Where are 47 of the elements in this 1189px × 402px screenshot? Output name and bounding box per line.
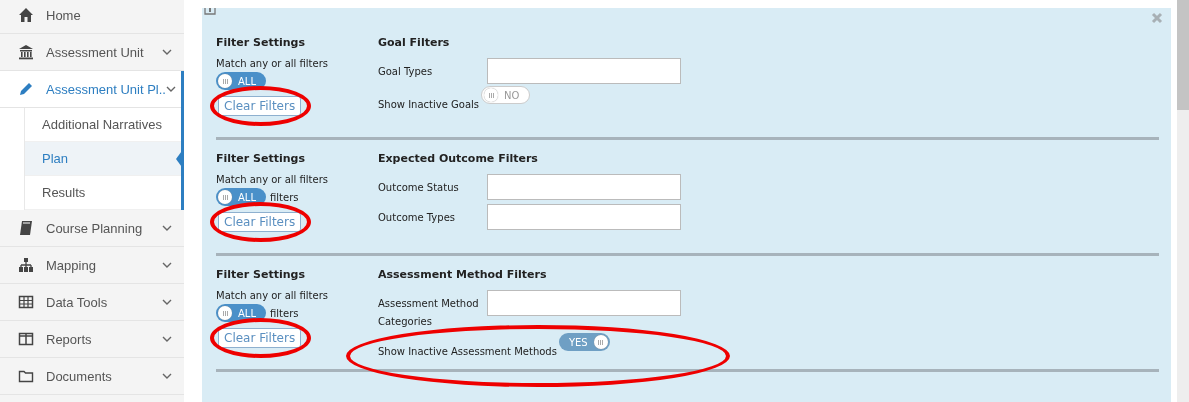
- scrollbar-thumb[interactable]: [1177, 0, 1189, 110]
- toggle-switch[interactable]: ALL: [216, 304, 266, 322]
- toggle-label: Show Inactive Goals: [378, 99, 479, 110]
- clear-filters-button[interactable]: Clear Filters: [218, 212, 302, 232]
- house-icon: [18, 7, 34, 23]
- input-field[interactable]: [487, 290, 681, 316]
- match-label: Match any or all filters: [216, 174, 329, 185]
- toggle-switch[interactable]: NO: [481, 86, 531, 104]
- match-label: Match any or all filters: [216, 290, 329, 301]
- chevron-down-icon[interactable]: [162, 299, 172, 305]
- section-title: Expected Outcome Filters: [378, 152, 539, 165]
- chevron-down-icon[interactable]: [165, 86, 176, 92]
- chevron-down-icon[interactable]: [162, 262, 172, 268]
- toggle-note: filters: [270, 307, 299, 319]
- chevron-down-icon[interactable]: [162, 373, 172, 379]
- scrollbar[interactable]: [1177, 0, 1189, 402]
- sub-nav-item[interactable]: Plan: [25, 142, 181, 176]
- table-icon: [18, 294, 34, 310]
- field-label: Outcome Status: [378, 181, 460, 195]
- input-field[interactable]: [487, 204, 681, 230]
- field-label: Assessment Method Categories: [378, 297, 480, 329]
- field-label: Goal Types: [378, 65, 434, 79]
- chevron-down-icon[interactable]: [162, 336, 172, 342]
- bank-icon: [18, 44, 34, 60]
- book-icon: [18, 220, 34, 236]
- hierarchy-icon: [18, 257, 34, 273]
- toggle-switch[interactable]: ALL: [216, 188, 266, 206]
- chevron-down-icon[interactable]: [162, 49, 172, 55]
- input-field[interactable]: [487, 58, 681, 84]
- field-label: Outcome Types: [378, 211, 456, 225]
- columns-icon: [18, 331, 34, 347]
- toggle-switch[interactable]: ALL: [216, 72, 266, 90]
- section-title: Filter Settings: [216, 36, 306, 49]
- section-title: Assessment Method Filters: [378, 268, 548, 281]
- toggle-label: Show Inactive Assessment Methods: [378, 346, 557, 357]
- clear-filters-button[interactable]: Clear Filters: [218, 96, 302, 116]
- section-title: Filter Settings: [216, 268, 306, 281]
- input-field[interactable]: [487, 174, 681, 200]
- toggle-note: filters: [270, 191, 299, 203]
- match-label: Match any or all filters: [216, 58, 329, 69]
- chevron-down-icon[interactable]: [162, 225, 172, 231]
- clear-filters-button[interactable]: Clear Filters: [218, 328, 302, 348]
- pencil-icon: [18, 81, 34, 97]
- section-title: Filter Settings: [216, 152, 306, 165]
- section-title: Goal Filters: [378, 36, 451, 49]
- toggle-switch[interactable]: YES: [558, 333, 610, 351]
- folder-icon: [18, 368, 34, 384]
